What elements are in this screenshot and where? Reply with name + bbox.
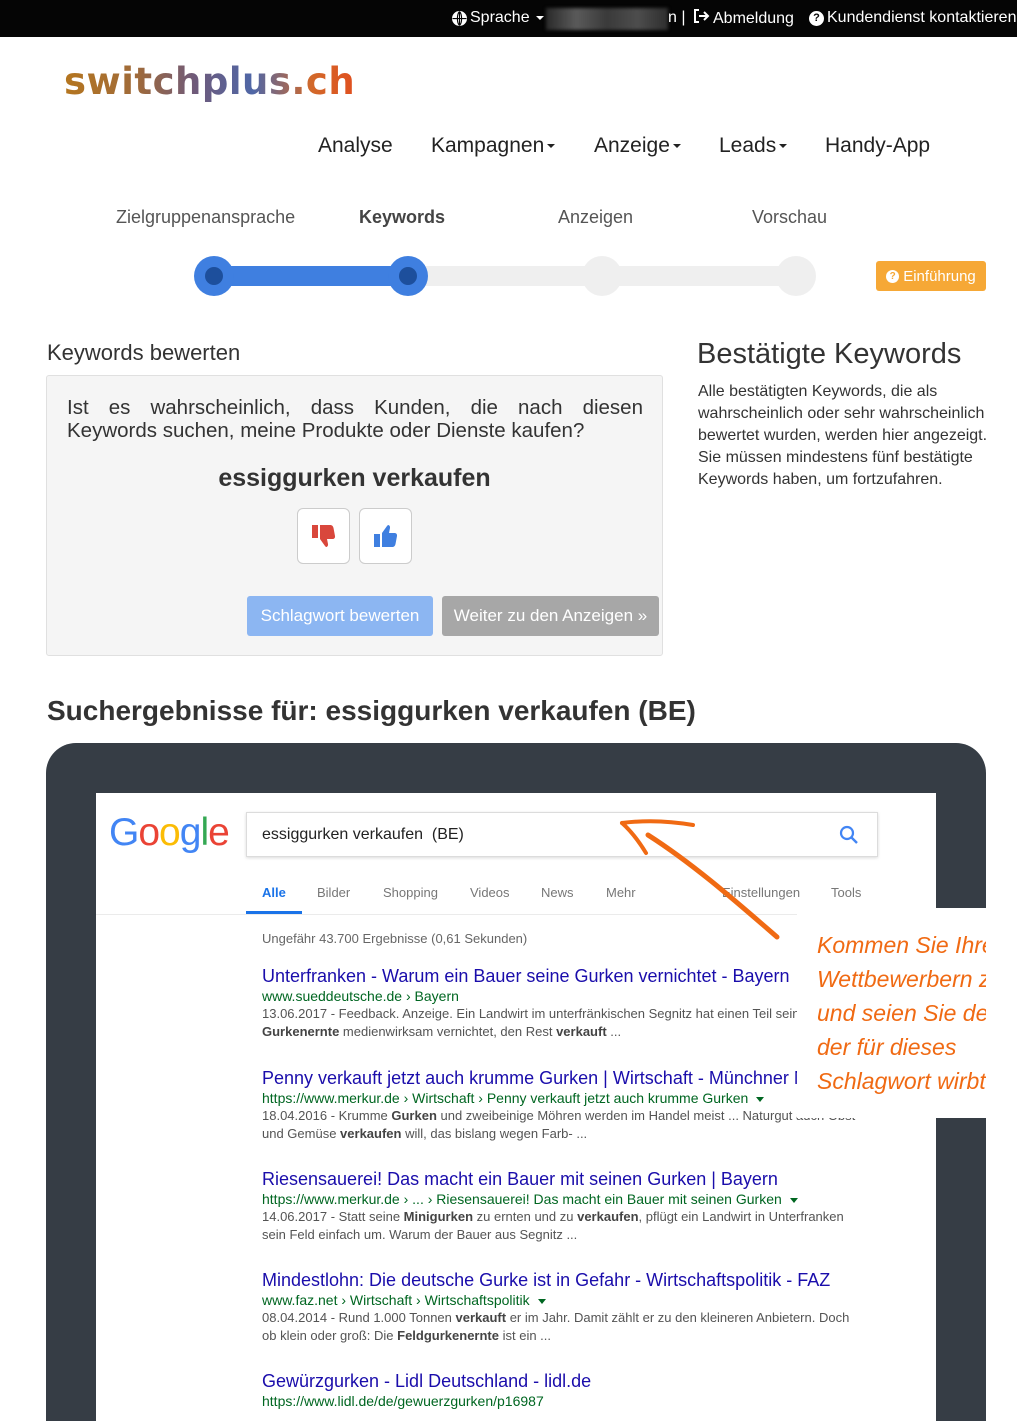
- logout-link[interactable]: Abmeldung: [693, 9, 794, 28]
- redacted-account-name: [546, 8, 668, 30]
- callout-arrow-icon: [620, 819, 780, 940]
- rating-question-line-1: Ist es wahrscheinlich, dass Kunden, die …: [67, 396, 643, 419]
- nav-anzeige[interactable]: Anzeige: [594, 134, 681, 158]
- caret-down-icon: [779, 144, 788, 149]
- thumbs-up-button[interactable]: [359, 508, 412, 564]
- top-bar: Sprache n | Abmeldung ? Kundendienst kon…: [0, 0, 1017, 37]
- globe-icon: [452, 10, 467, 26]
- step-label-anzeigen: Anzeigen: [558, 207, 634, 227]
- question-circle-icon: ?: [809, 10, 824, 26]
- intro-button[interactable]: ? Einführung: [876, 261, 986, 291]
- nav-handy-app[interactable]: Handy-App: [825, 134, 930, 158]
- language-label: Sprache: [470, 9, 530, 26]
- thumbs-up-icon: [373, 525, 397, 547]
- results-heading: Suchergebnisse für: essiggurken verkaufe…: [47, 695, 696, 726]
- caret-down-icon: [547, 144, 556, 149]
- search-result-title: Gewürzgurken - Lidl Deutschland - lidl.d…: [262, 1371, 592, 1391]
- google-tab-videos: Videos: [470, 885, 510, 900]
- google-logo: Google: [109, 811, 230, 854]
- intro-button-label: Einführung: [903, 267, 976, 285]
- step-label-vorschau: Vorschau: [752, 207, 828, 227]
- sign-out-icon: [693, 9, 710, 28]
- current-keyword: essiggurken verkaufen: [218, 464, 491, 492]
- google-search-query: essiggurken verkaufen (BE): [262, 826, 464, 843]
- logout-label: Abmeldung: [713, 9, 794, 27]
- nav-kampagnen-label: Kampagnen: [431, 134, 545, 157]
- google-tab-tools: Tools: [831, 885, 862, 900]
- step-dot-anzeigen: [582, 256, 622, 296]
- step-dot-zielgruppe[interactable]: [194, 256, 234, 296]
- step-label-zielgruppe[interactable]: Zielgruppenansprache: [116, 207, 295, 228]
- search-result-url: www.faz.net › Wirtschaft › Wirtschaftspo…: [262, 1292, 902, 1308]
- nav-handy-app-label: Handy-App: [825, 134, 931, 157]
- callout-line: Wettbewerbern zuvor: [817, 966, 986, 992]
- switchplus-logo[interactable]: switchplus.ch: [64, 60, 355, 103]
- google-tab-alle: Alle: [262, 885, 286, 900]
- caret-down-icon: [672, 144, 681, 149]
- caret-down-icon: [756, 1096, 765, 1102]
- language-dropdown[interactable]: Sprache: [452, 9, 544, 27]
- nav-leads[interactable]: Leads: [719, 134, 788, 158]
- search-result-url: https://www.merkur.de › ... › Riesensaue…: [262, 1191, 902, 1207]
- google-result-count: Ungefähr 43.700 Ergebnisse (0,61 Sekunde…: [262, 931, 528, 946]
- search-result-snippet: 14.06.2017 - Statt seine Minigurken zu e…: [262, 1209, 844, 1242]
- rating-card: Ist es wahrscheinlich, dass Kunden, die …: [46, 375, 663, 656]
- nav-leads-label: Leads: [719, 134, 777, 157]
- google-tab-news: News: [541, 885, 574, 900]
- confirmed-heading: Bestätigte Keywords: [697, 338, 962, 370]
- step-dot-vorschau: [776, 256, 816, 296]
- rating-question: Ist es wahrscheinlich, dass Kunden, die …: [67, 396, 643, 442]
- step-dot-keywords[interactable]: [388, 256, 428, 296]
- nav-analyse-label: Analyse: [318, 134, 393, 157]
- search-result: Mindestlohn: Die deutsche Gurke ist in G…: [262, 1270, 902, 1345]
- step-label-keywords[interactable]: Keywords: [359, 207, 445, 228]
- search-result-title: Riesensauerei! Das macht ein Bauer mit s…: [262, 1169, 778, 1189]
- rating-heading: Keywords bewerten: [47, 340, 241, 365]
- progress-fill: [214, 266, 408, 286]
- caret-down-icon: [789, 1197, 798, 1203]
- callout-line: der für dieses: [817, 1034, 957, 1060]
- caret-down-icon: [535, 16, 544, 20]
- google-tab-bilder: Bilder: [317, 885, 351, 900]
- competitor-callout: Kommen Sie Ihren Wettbewerbern zuvor und…: [797, 908, 986, 1118]
- support-label: Kundendienst kontaktieren: [827, 9, 1017, 26]
- google-tab-shopping: Shopping: [383, 885, 438, 900]
- caret-down-icon: [537, 1298, 546, 1304]
- support-link[interactable]: ? Kundendienst kontaktieren: [809, 9, 1016, 27]
- search-result: Riesensauerei! Das macht ein Bauer mit s…: [262, 1169, 902, 1244]
- account-name-suffix: n |: [668, 9, 686, 26]
- nav-anzeige-label: Anzeige: [594, 134, 670, 157]
- rating-question-line-2: Keywords suchen, meine Produkte oder Die…: [67, 419, 585, 442]
- rate-keyword-button[interactable]: Schlagwort bewerten: [247, 596, 433, 636]
- search-result-url: https://www.lidl.de/de/gewuerzgurken/p16…: [262, 1393, 544, 1409]
- thumbs-down-button[interactable]: [297, 508, 350, 564]
- search-result-title: Mindestlohn: Die deutsche Gurke ist in G…: [262, 1270, 831, 1290]
- nav-analyse[interactable]: Analyse: [318, 134, 393, 158]
- search-result: Gewürzgurken - Lidl Deutschland - lidl.d…: [262, 1371, 902, 1409]
- callout-line: Schlagwort wirbt: [817, 1068, 986, 1094]
- search-icon: [839, 825, 859, 850]
- callout-line: und seien Sie der Erste,: [817, 1000, 986, 1026]
- search-result-snippet: 08.04.2014 - Rund 1.000 Tonnen verkauft …: [262, 1310, 850, 1343]
- question-circle-icon: ?: [886, 269, 900, 283]
- callout-line: Kommen Sie Ihren: [817, 932, 986, 958]
- nav-kampagnen[interactable]: Kampagnen: [431, 134, 556, 158]
- confirmed-description: Alle bestätigten Keywords, die als wahrs…: [698, 383, 988, 488]
- next-to-ads-button[interactable]: Weiter zu den Anzeigen »: [442, 596, 659, 636]
- thumbs-down-icon: [311, 525, 335, 547]
